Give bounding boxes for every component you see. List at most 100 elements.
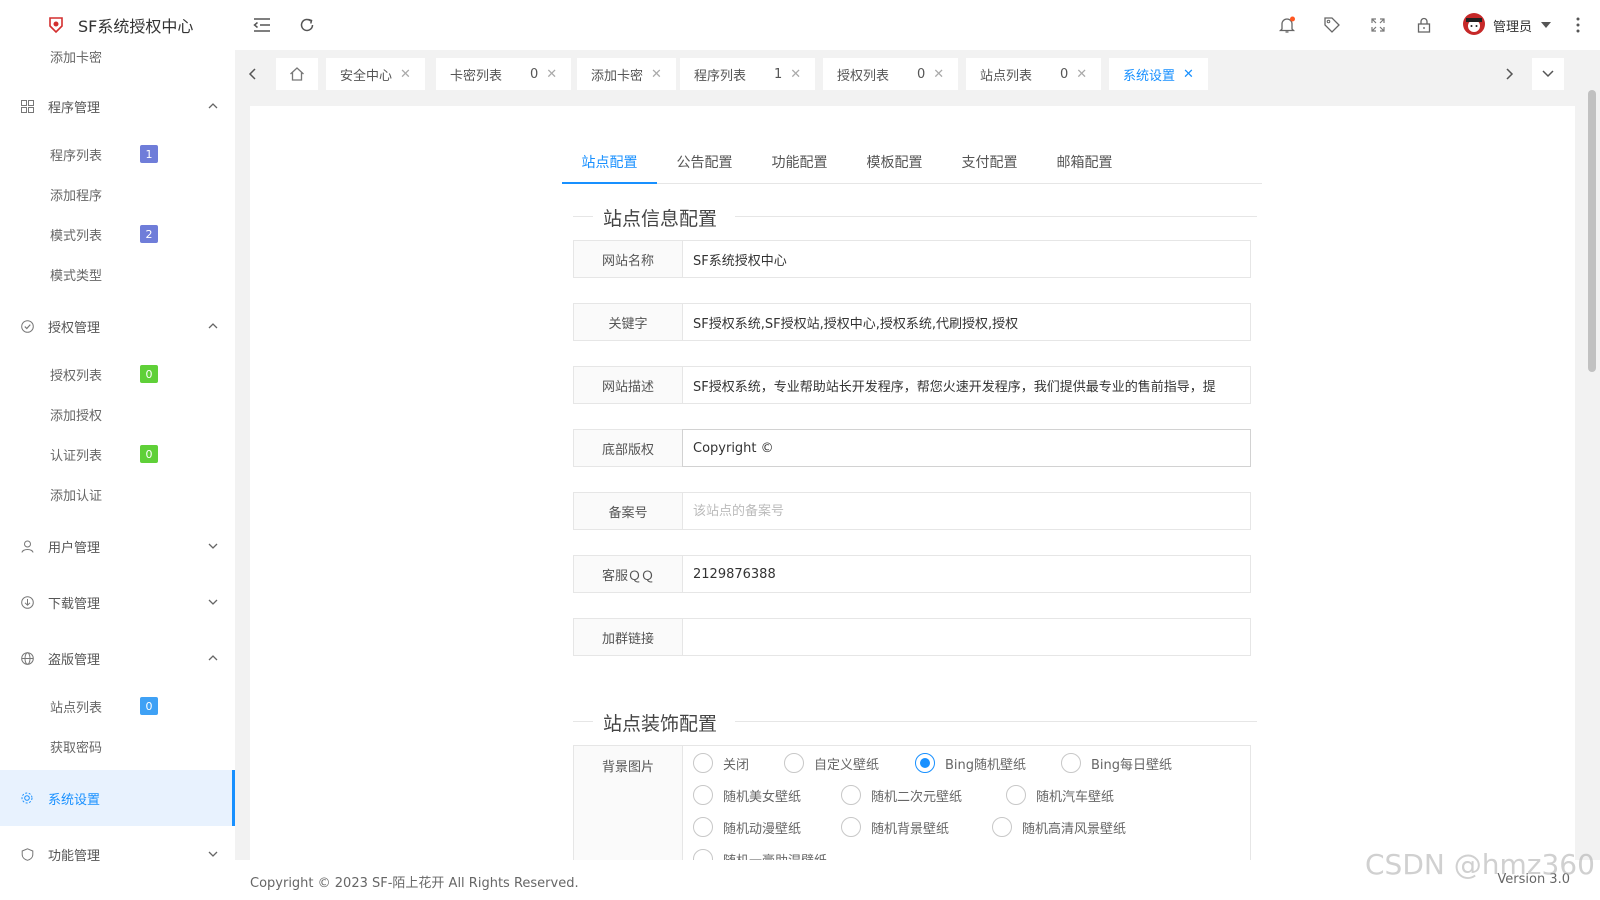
- sidebar-item-auth-list[interactable]: 授权列表 0: [0, 354, 235, 394]
- tab-security[interactable]: 安全中心 ✕: [326, 58, 425, 90]
- radio-random-other[interactable]: 随机一膏助湿壁纸: [693, 849, 827, 860]
- description-input[interactable]: [682, 366, 1251, 404]
- user-name[interactable]: 管理员: [1493, 16, 1532, 35]
- count-badge: 1: [140, 145, 158, 163]
- field-label: 备案号: [573, 492, 683, 530]
- field-label: 关键字: [573, 303, 683, 341]
- user-icon: [20, 539, 34, 553]
- tab-bar: 安全中心 ✕ 卡密列表 0 ✕ 添加卡密 ✕ 程序列表 1 ✕ 授权列表 0 ✕ 站点列表 0 ✕ …: [235, 50, 1600, 98]
- site-name-input[interactable]: [682, 240, 1251, 278]
- tab-payment-config[interactable]: 支付配置: [942, 144, 1037, 184]
- icp-input[interactable]: [682, 492, 1251, 530]
- header: [235, 0, 1600, 50]
- check-circle-icon: [20, 319, 34, 333]
- field-label: 底部版权: [573, 429, 683, 467]
- tab-scroll-left[interactable]: [237, 58, 269, 90]
- radio-random-car[interactable]: 随机汽车壁纸: [1006, 785, 1114, 805]
- radio-bing-random[interactable]: Bing随机壁纸: [915, 753, 1026, 773]
- tab-template-config[interactable]: 模板配置: [847, 144, 942, 184]
- radio-random-anime2d[interactable]: 随机二次元壁纸: [841, 785, 962, 805]
- tab-feature-config[interactable]: 功能配置: [752, 144, 847, 184]
- close-icon[interactable]: ✕: [546, 67, 557, 82]
- group-link-input[interactable]: [682, 618, 1251, 656]
- field-label: 加群链接: [573, 618, 683, 656]
- radio-random-background[interactable]: 随机背景壁纸: [841, 817, 949, 837]
- sidebar-item-add-program[interactable]: 添加程序: [0, 174, 235, 214]
- field-site-name: 网站名称: [573, 240, 1251, 278]
- tab-mail-config[interactable]: 邮箱配置: [1037, 144, 1132, 184]
- radio-custom[interactable]: 自定义壁纸: [784, 753, 879, 773]
- sidebar-item-get-password[interactable]: 获取密码: [0, 726, 235, 766]
- chevron-right-icon: [1506, 68, 1514, 80]
- close-icon[interactable]: ✕: [1183, 67, 1194, 82]
- close-icon[interactable]: ✕: [651, 67, 662, 82]
- keywords-input[interactable]: [682, 303, 1251, 341]
- home-icon: [290, 67, 304, 81]
- count-badge: 0: [140, 445, 158, 463]
- brand: SF系统授权中心: [0, 0, 235, 50]
- tab-site-config[interactable]: 站点配置: [562, 144, 657, 184]
- tab-auth-list[interactable]: 授权列表 0 ✕: [823, 58, 959, 90]
- brand-title: SF系统授权中心: [78, 17, 194, 36]
- tab-card-list[interactable]: 卡密列表 0 ✕: [436, 58, 572, 90]
- sidebar-group-features[interactable]: 功能管理: [0, 826, 235, 882]
- footer-copyright: Copyright © 2023 SF-陌上花开 All Rights Rese…: [250, 876, 579, 891]
- sidebar-item-add-card[interactable]: 添加卡密: [0, 46, 235, 66]
- sidebar-item-mode-type[interactable]: 模式类型: [0, 254, 235, 294]
- field-label: 网站描述: [573, 366, 683, 404]
- sidebar-item-program-list[interactable]: 程序列表 1: [0, 134, 235, 174]
- service-qq-input[interactable]: [682, 555, 1251, 593]
- bell-icon[interactable]: [1277, 15, 1297, 35]
- radio-bing-daily[interactable]: Bing每日壁纸: [1061, 753, 1172, 773]
- radio-off[interactable]: 关闭: [693, 753, 749, 773]
- close-icon[interactable]: ✕: [790, 67, 801, 82]
- tab-home[interactable]: [276, 58, 318, 90]
- settings-tabs: 站点配置 公告配置 功能配置 模板配置 支付配置 邮箱配置: [562, 144, 1262, 184]
- section-title: 站点信息配置: [603, 208, 718, 230]
- apps-icon: [20, 99, 34, 113]
- avatar[interactable]: [1463, 13, 1485, 35]
- sidebar-group-settings[interactable]: 系统设置: [0, 770, 235, 826]
- fullscreen-icon[interactable]: [1368, 15, 1388, 35]
- close-icon[interactable]: ✕: [400, 67, 411, 82]
- radio-random-girl[interactable]: 随机美女壁纸: [693, 785, 801, 805]
- more-vertical-icon[interactable]: [1568, 15, 1588, 35]
- menu-fold-icon[interactable]: [252, 15, 272, 35]
- sidebar-group-users[interactable]: 用户管理: [0, 518, 235, 574]
- lock-icon[interactable]: [1414, 15, 1434, 35]
- sidebar-item-add-auth[interactable]: 添加授权: [0, 394, 235, 434]
- sidebar-group-downloads[interactable]: 下载管理: [0, 574, 235, 630]
- close-icon[interactable]: ✕: [1076, 67, 1087, 82]
- tab-menu-dropdown[interactable]: [1532, 58, 1564, 90]
- sidebar-group-auth[interactable]: 授权管理: [0, 298, 235, 354]
- sidebar-item-site-list[interactable]: 站点列表 0: [0, 686, 235, 726]
- tag-icon[interactable]: [1322, 15, 1342, 35]
- radio-random-scenery[interactable]: 随机高清风景壁纸: [992, 817, 1126, 837]
- tab-site-list[interactable]: 站点列表 0 ✕: [966, 58, 1102, 90]
- gear-icon: [20, 791, 34, 805]
- scrollbar[interactable]: [1588, 90, 1596, 372]
- sidebar-group-piracy[interactable]: 盗版管理: [0, 630, 235, 686]
- field-description: 网站描述: [573, 366, 1251, 404]
- tab-notice-config[interactable]: 公告配置: [657, 144, 752, 184]
- chevron-down-icon: [208, 599, 218, 605]
- copyright-input[interactable]: [682, 429, 1251, 467]
- radio-random-cartoon[interactable]: 随机动漫壁纸: [693, 817, 801, 837]
- tab-add-card[interactable]: 添加卡密 ✕: [577, 58, 676, 90]
- caret-down-icon[interactable]: [1536, 15, 1556, 35]
- sidebar-item-mode-list[interactable]: 模式列表 2: [0, 214, 235, 254]
- close-icon[interactable]: ✕: [933, 67, 944, 82]
- tab-program-list[interactable]: 程序列表 1 ✕: [680, 58, 816, 90]
- sidebar-group-program[interactable]: 程序管理: [0, 78, 235, 134]
- sidebar-item-add-cert[interactable]: 添加认证: [0, 474, 235, 514]
- tab-scroll-right[interactable]: [1493, 58, 1525, 90]
- sidebar-item-cert-list[interactable]: 认证列表 0: [0, 434, 235, 474]
- refresh-icon[interactable]: [297, 15, 317, 35]
- background-radio-group: 关闭 自定义壁纸 Bing随机壁纸 Bing每日壁纸 随机美女壁纸 随机二次元壁…: [682, 745, 1251, 860]
- tab-system-settings[interactable]: 系统设置 ✕: [1109, 58, 1208, 90]
- chevron-down-icon: [208, 543, 218, 549]
- shield-icon: [20, 847, 34, 861]
- field-background: 背景图片 关闭 自定义壁纸 Bing随机壁纸 Bing每日壁纸 随机美女壁纸 随…: [573, 745, 1251, 860]
- field-label: 网站名称: [573, 240, 683, 278]
- field-service-qq: 客服ＱＱ: [573, 555, 1251, 593]
